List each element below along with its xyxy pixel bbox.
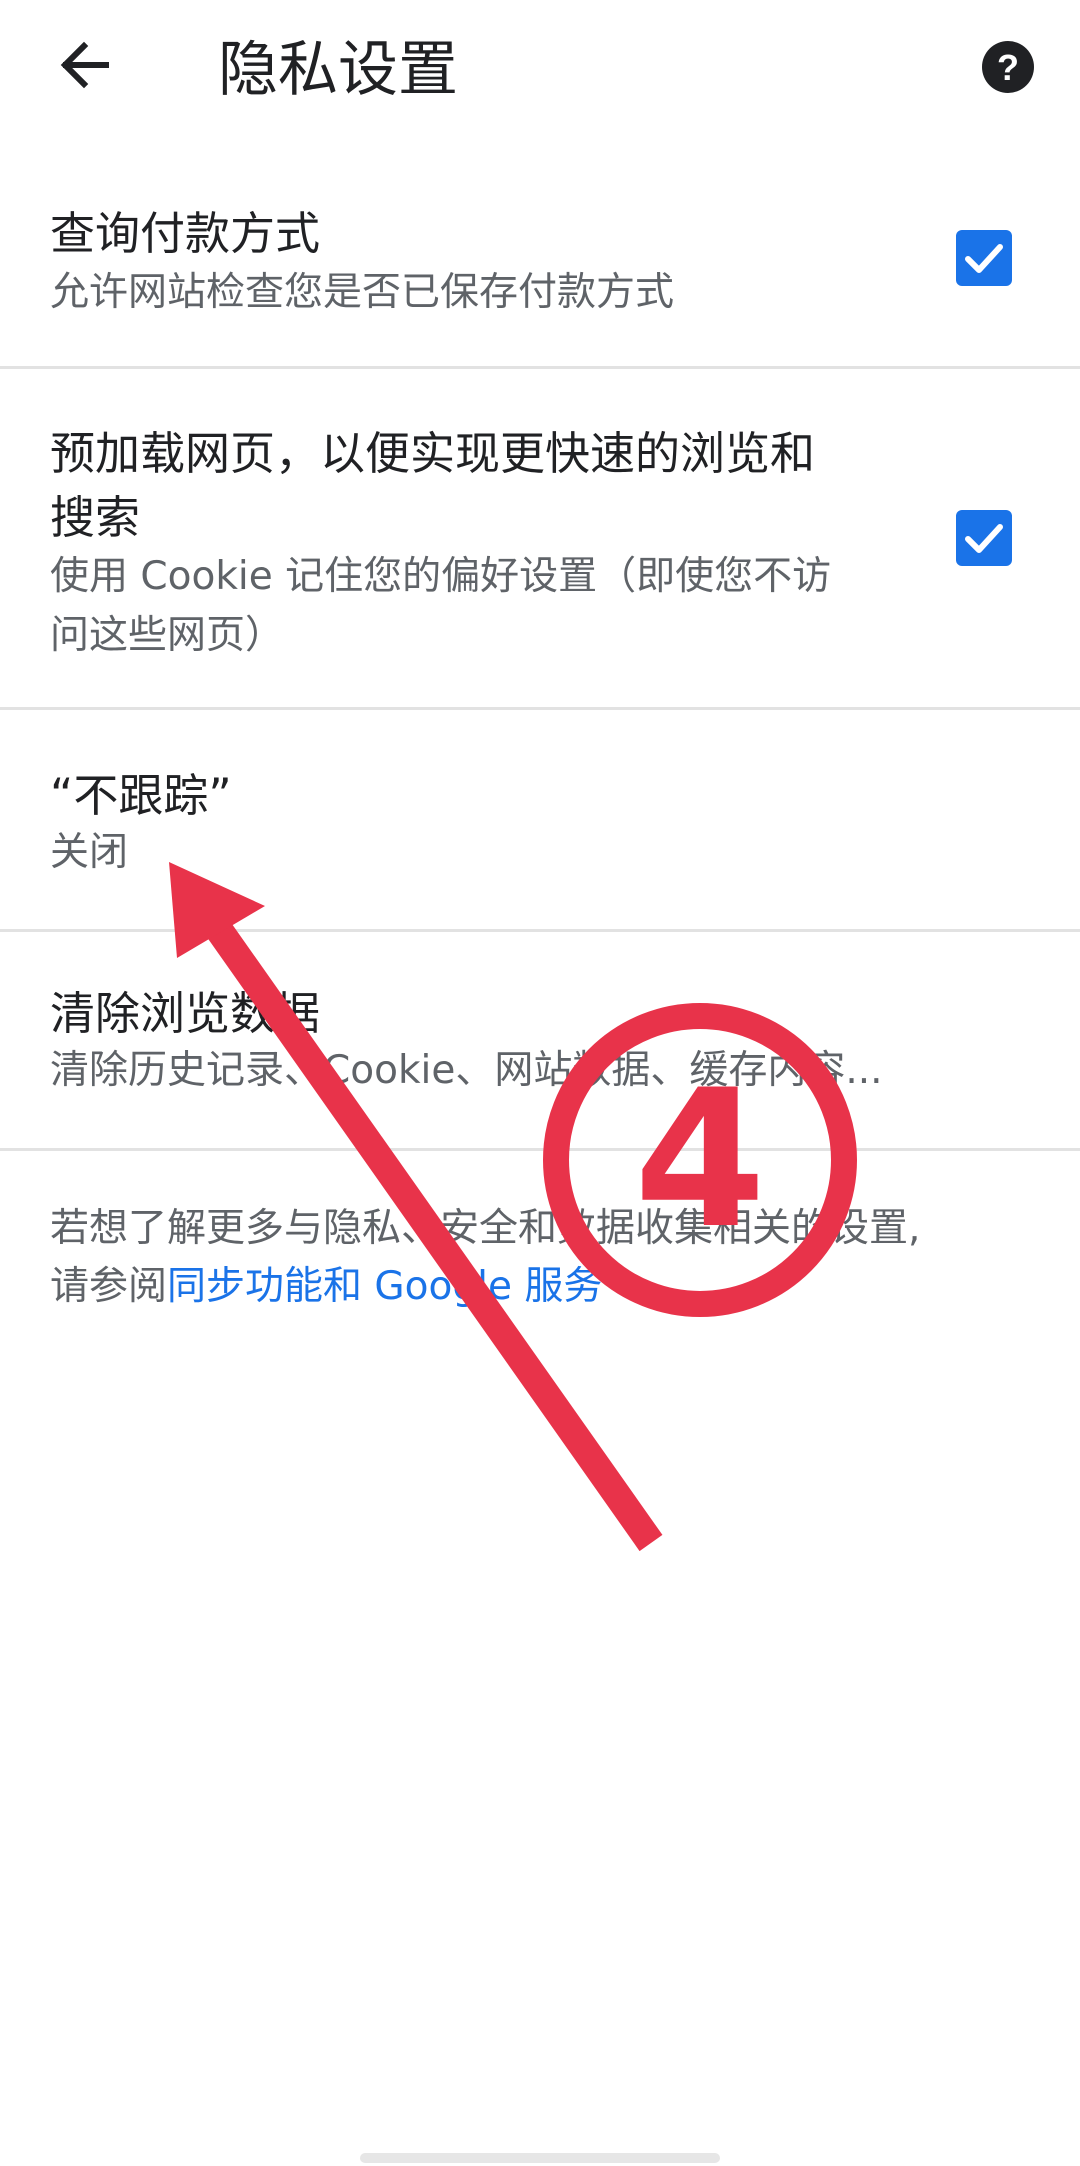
step-number-badge: 4 [543, 1003, 857, 1317]
step-number: 4 [634, 1049, 766, 1270]
tutorial-annotation: 4 [169, 862, 857, 1552]
home-indicator[interactable] [360, 2153, 720, 2163]
red-arrow-icon [169, 862, 663, 1552]
